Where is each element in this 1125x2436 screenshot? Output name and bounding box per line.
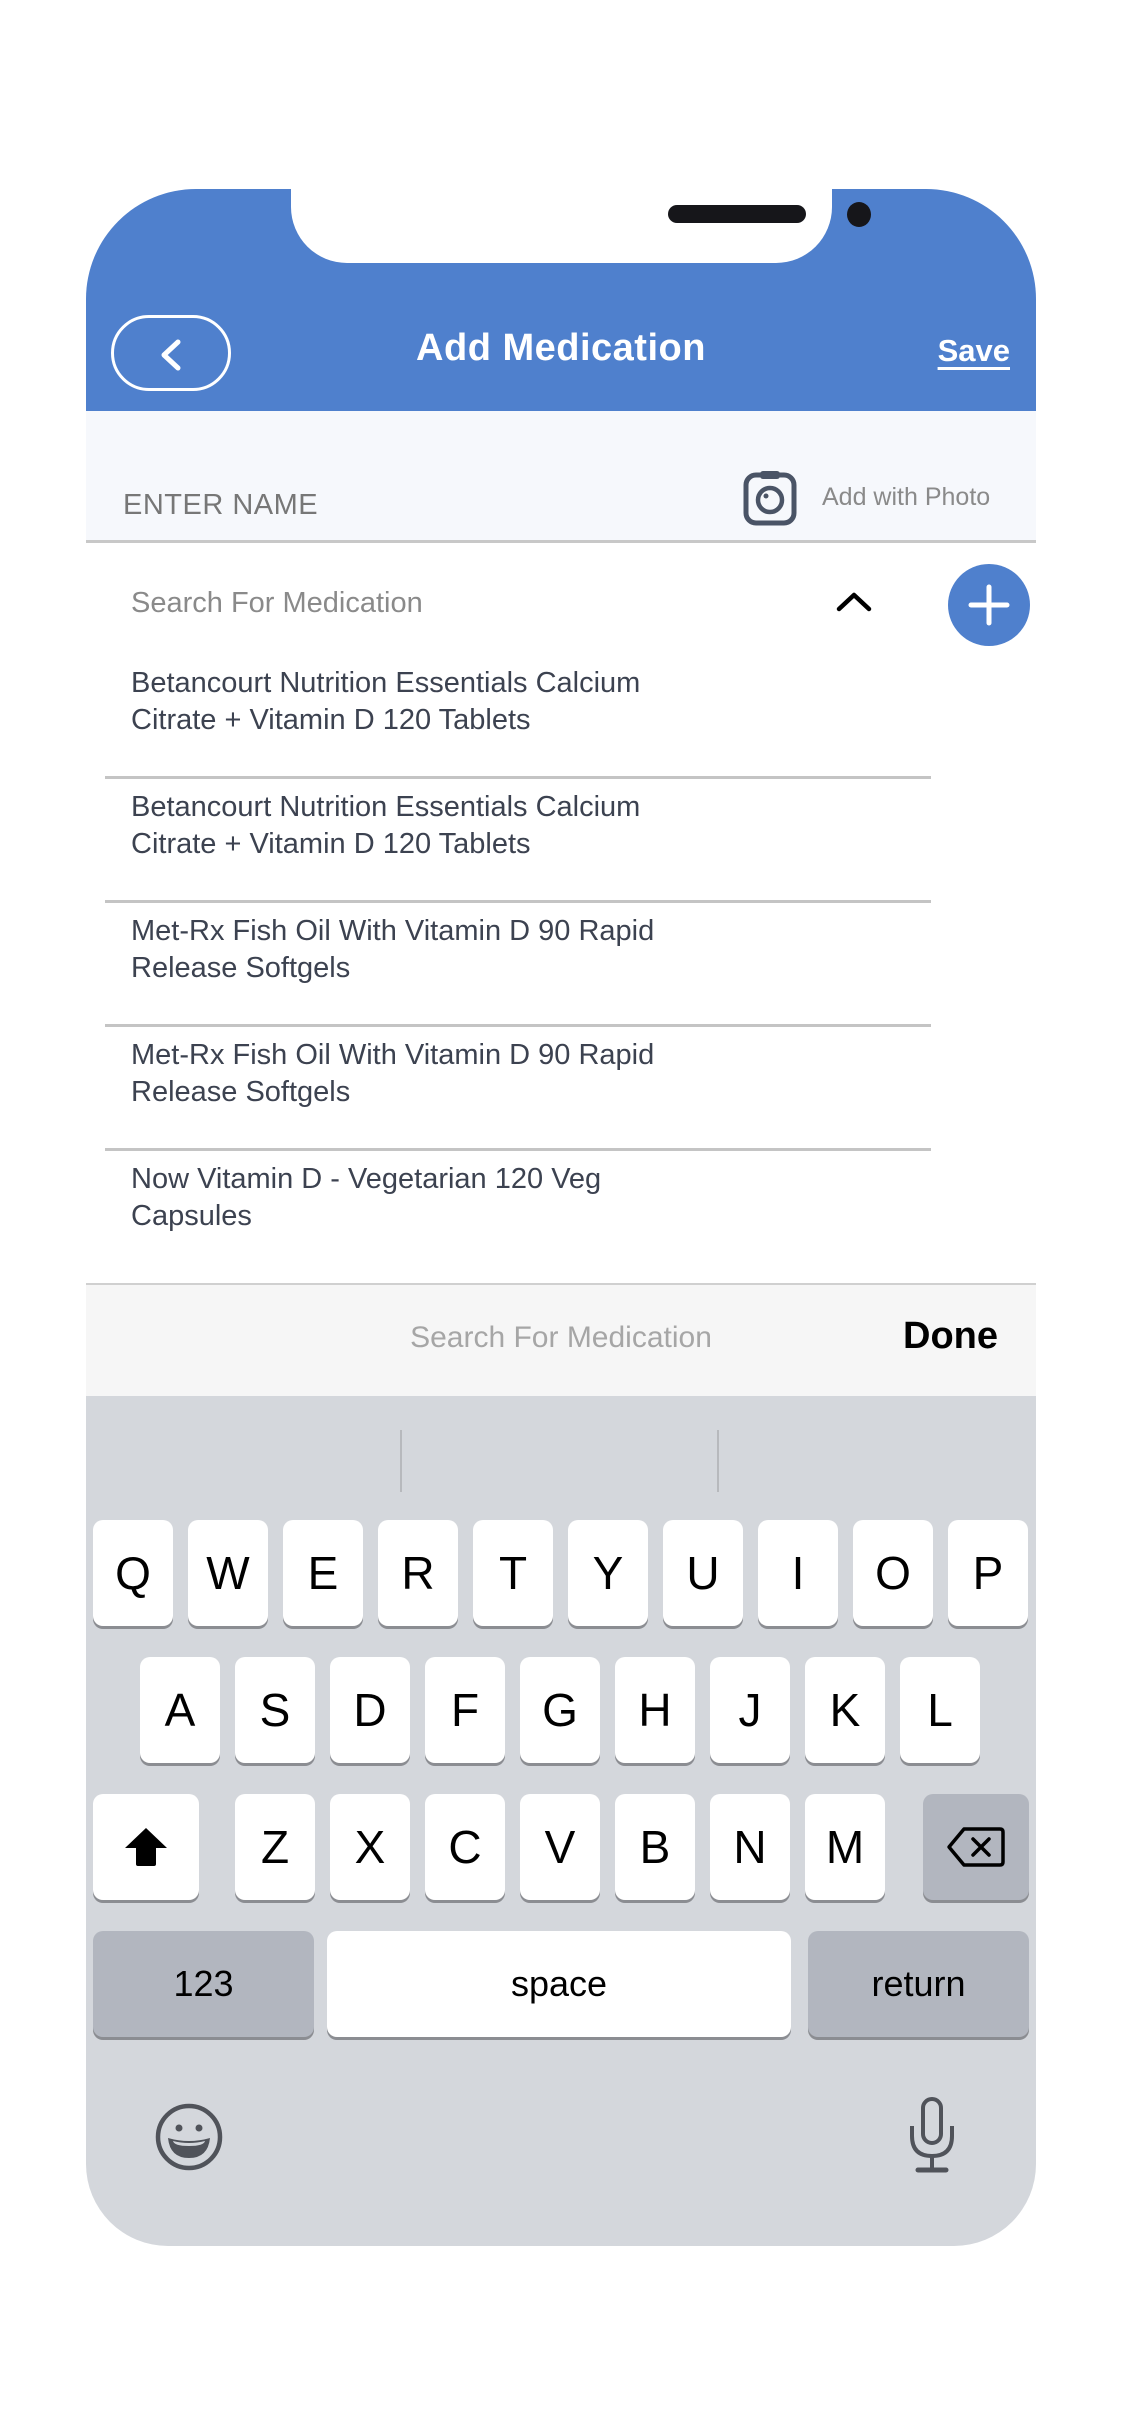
keyboard-toolbar: Search For Medication Done [86, 1283, 1036, 1396]
key-e[interactable]: E [283, 1520, 363, 1626]
key-f[interactable]: F [425, 1657, 505, 1763]
key-r[interactable]: R [378, 1520, 458, 1626]
name-field-row: ENTER NAME Add with Photo [86, 411, 1036, 543]
collapse-results-button[interactable] [834, 581, 874, 621]
result-item[interactable]: Met-Rx Fish Oil With Vitamin D 90 Rapid R… [105, 903, 931, 1027]
key-i[interactable]: I [758, 1520, 838, 1626]
add-medication-button[interactable] [948, 564, 1030, 646]
shift-icon [125, 1828, 167, 1866]
result-item-text: Met-Rx Fish Oil With Vitamin D 90 Rapid R… [131, 1039, 655, 1108]
shift-key[interactable] [93, 1794, 199, 1900]
key-v[interactable]: V [520, 1794, 600, 1900]
key-w[interactable]: W [188, 1520, 268, 1626]
result-item[interactable]: Met-Rx Fish Oil With Vitamin D 90 Rapid R… [105, 1027, 931, 1151]
key-c[interactable]: C [425, 1794, 505, 1900]
key-u[interactable]: U [663, 1520, 743, 1626]
space-key[interactable]: space [327, 1931, 791, 2037]
key-j[interactable]: J [710, 1657, 790, 1763]
plus-icon [968, 584, 1010, 626]
add-with-photo-button[interactable]: Add with Photo [742, 469, 1022, 529]
result-item[interactable]: Now Vitamin D - Vegetarian 120 Veg Capsul… [105, 1151, 931, 1275]
numbers-key[interactable]: 123 [93, 1931, 314, 2037]
result-item-text: Met-Rx Fish Oil With Vitamin D 90 Rapid R… [131, 915, 655, 984]
camera-icon [743, 471, 797, 526]
key-s[interactable]: S [235, 1657, 315, 1763]
page-title: Add Medication [416, 327, 706, 369]
key-a[interactable]: A [140, 1657, 220, 1763]
suggestion-divider [400, 1430, 402, 1492]
phone-screen: Add Medication Save ENTER NAME Add with … [86, 189, 1036, 2246]
emoji-button[interactable] [154, 2102, 224, 2177]
key-g[interactable]: G [520, 1657, 600, 1763]
result-item[interactable]: Betancourt Nutrition Essentials Calcium C… [105, 655, 931, 779]
key-h[interactable]: H [615, 1657, 695, 1763]
key-l[interactable]: L [900, 1657, 980, 1763]
front-camera [847, 202, 871, 227]
backspace-icon [947, 1827, 1005, 1867]
key-m[interactable]: M [805, 1794, 885, 1900]
search-row: Search For Medication [86, 543, 1036, 667]
suggestion-divider [717, 1430, 719, 1492]
done-button[interactable]: Done [903, 1315, 998, 1358]
chevron-up-icon [836, 592, 872, 612]
key-z[interactable]: Z [235, 1794, 315, 1900]
key-q[interactable]: Q [93, 1520, 173, 1626]
device-notch [291, 189, 871, 263]
microphone-icon [910, 2097, 954, 2173]
speaker-grille [668, 205, 806, 223]
result-item-text: Betancourt Nutrition Essentials Calcium C… [131, 791, 641, 860]
add-with-photo-label: Add with Photo [822, 483, 991, 511]
key-d[interactable]: D [330, 1657, 410, 1763]
key-x[interactable]: X [330, 1794, 410, 1900]
key-y[interactable]: Y [568, 1520, 648, 1626]
emoji-icon [155, 2103, 223, 2171]
return-key[interactable]: return [808, 1931, 1029, 2037]
save-button[interactable]: Save [938, 333, 1010, 369]
microphone-button[interactable] [904, 2096, 960, 2181]
result-item[interactable]: Betancourt Nutrition Essentials Calcium C… [105, 779, 931, 903]
backspace-key[interactable] [923, 1794, 1029, 1900]
result-item-text: Betancourt Nutrition Essentials Calcium C… [131, 667, 641, 736]
key-t[interactable]: T [473, 1520, 553, 1626]
result-item-text: Now Vitamin D - Vegetarian 120 Veg Capsul… [131, 1163, 602, 1232]
name-input[interactable]: ENTER NAME [123, 489, 318, 522]
search-input[interactable]: Search For Medication [131, 587, 423, 620]
toolbar-field-placeholder: Search For Medication [410, 1321, 712, 1354]
key-o[interactable]: O [853, 1520, 933, 1626]
key-b[interactable]: B [615, 1794, 695, 1900]
keyboard: QWERTYUIOP ASDFGHJKL ZXCVBNM 123 space r… [86, 1396, 1036, 2246]
key-p[interactable]: P [948, 1520, 1028, 1626]
key-n[interactable]: N [710, 1794, 790, 1900]
key-k[interactable]: K [805, 1657, 885, 1763]
